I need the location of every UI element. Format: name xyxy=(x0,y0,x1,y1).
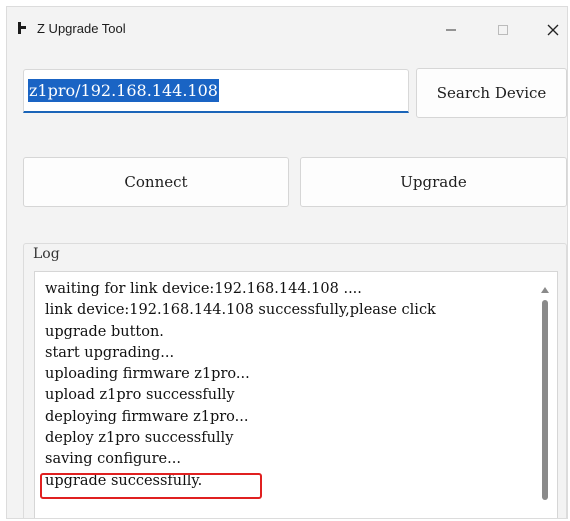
log-line: deploying firmware z1pro... xyxy=(45,408,249,425)
minimize-icon xyxy=(446,29,456,31)
app-icon xyxy=(18,22,26,34)
log-output[interactable]: waiting for link device:192.168.144.108 … xyxy=(34,271,558,518)
log-lines: waiting for link device:192.168.144.108 … xyxy=(45,279,436,492)
log-line: uploading firmware z1pro... xyxy=(45,366,250,383)
connect-button[interactable]: Connect xyxy=(23,157,289,207)
device-address-value: z1pro/192.168.144.108 xyxy=(28,79,219,102)
window-title: Z Upgrade Tool xyxy=(37,21,126,36)
maximize-button[interactable] xyxy=(483,15,523,45)
log-line: upgrade button. xyxy=(45,323,164,340)
device-address-input[interactable]: z1pro/192.168.144.108 xyxy=(23,69,409,113)
minimize-button[interactable] xyxy=(431,15,471,45)
close-button[interactable] xyxy=(533,15,567,45)
log-line: deploy z1pro successfully xyxy=(45,430,234,447)
log-group-label: Log xyxy=(29,246,64,262)
upgrade-button[interactable]: Upgrade xyxy=(300,157,567,207)
log-line: start upgrading... xyxy=(45,344,175,361)
log-line: waiting for link device:192.168.144.108 … xyxy=(45,281,362,297)
maximize-icon xyxy=(498,25,508,35)
search-device-button[interactable]: Search Device xyxy=(416,68,567,118)
log-line: upload z1pro successfully xyxy=(45,387,235,404)
app-window: Z Upgrade Tool z1pro/192.168.144.108 Sea… xyxy=(6,6,568,519)
title-bar[interactable]: Z Upgrade Tool xyxy=(7,7,567,51)
close-icon xyxy=(547,24,559,36)
scroll-up-arrow-icon[interactable] xyxy=(540,286,550,294)
highlight-annotation xyxy=(40,473,262,499)
log-scrollbar-thumb[interactable] xyxy=(542,300,548,500)
log-line: saving configure... xyxy=(45,451,181,468)
log-line: link device:192.168.144.108 successfully… xyxy=(45,302,436,319)
